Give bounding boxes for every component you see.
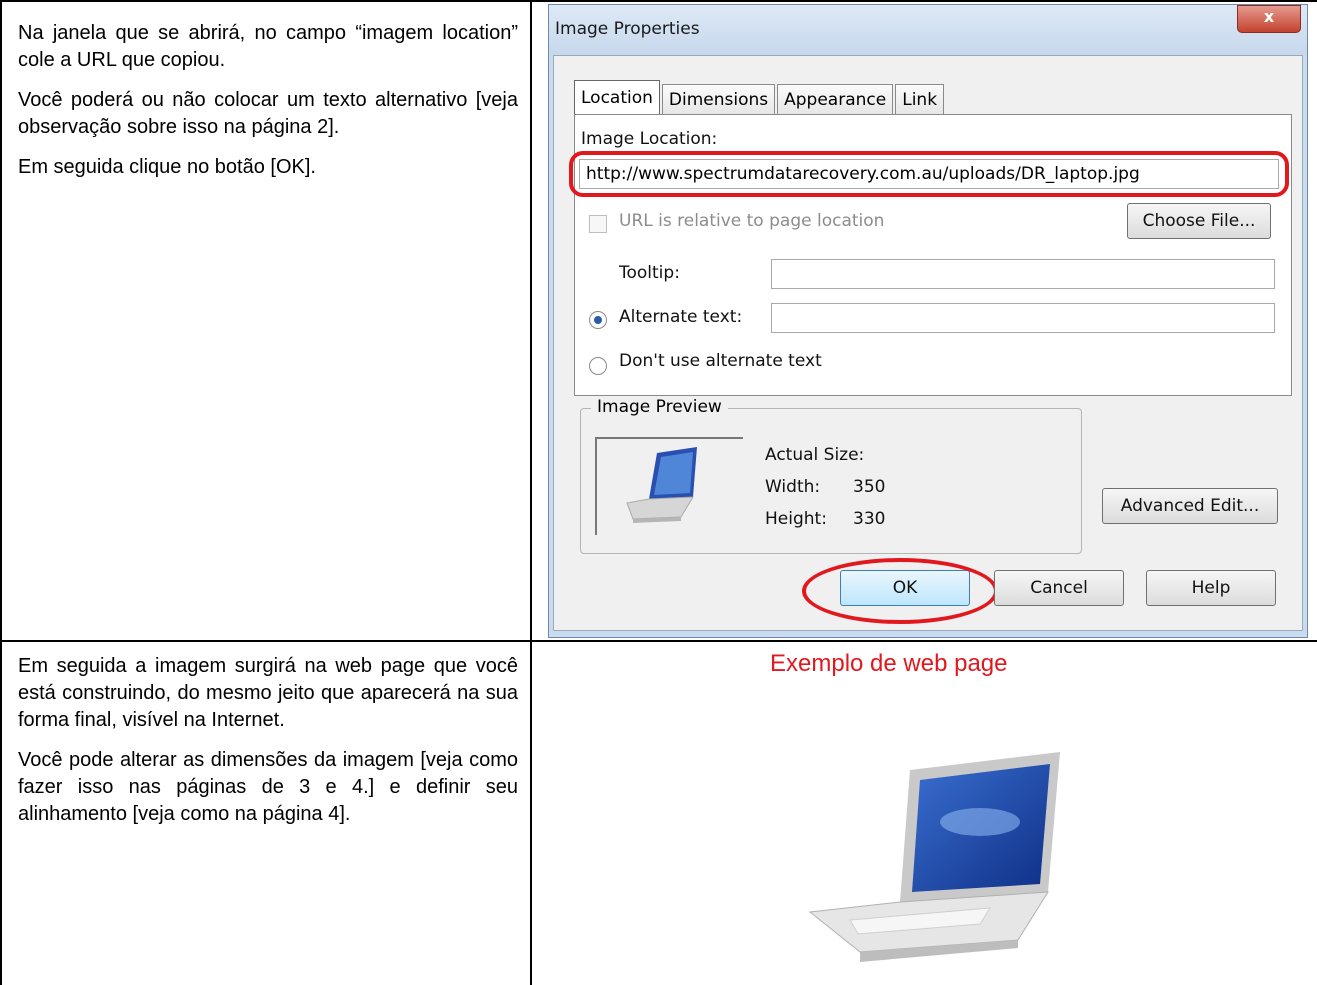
table-column-divider bbox=[530, 0, 532, 985]
choose-file-button[interactable]: Choose File... bbox=[1127, 203, 1271, 239]
actual-size-label: Actual Size: bbox=[765, 445, 865, 465]
paragraph: Em seguida a imagem surgirá na web page … bbox=[18, 655, 518, 731]
tooltip-input[interactable] bbox=[771, 259, 1275, 289]
close-button[interactable]: x bbox=[1237, 5, 1301, 33]
relative-url-label: URL is relative to page location bbox=[619, 211, 885, 231]
tab-appearance[interactable]: Appearance bbox=[777, 84, 894, 115]
tooltip-label: Tooltip: bbox=[619, 263, 680, 283]
alternate-text-label: Alternate text: bbox=[619, 307, 743, 327]
paragraph: Você poderá ou não colocar um texto alte… bbox=[18, 89, 518, 138]
instruction-text-bottom: Em seguida a imagem surgirá na web page … bbox=[18, 653, 518, 841]
tab-strip: Location Dimensions Appearance Link bbox=[574, 80, 946, 115]
tab-dimensions[interactable]: Dimensions bbox=[661, 84, 776, 115]
relative-url-checkbox[interactable] bbox=[589, 215, 607, 233]
paragraph: Você pode alterar as dimensões da imagem… bbox=[18, 749, 518, 825]
image-preview-group: Image Preview Actual Size: Width: 350 He… bbox=[580, 397, 1082, 554]
ok-highlight-annotation bbox=[802, 558, 998, 624]
image-preview-label: Image Preview bbox=[591, 397, 728, 417]
example-title: Exemplo de web page bbox=[770, 650, 1008, 677]
highlight-annotation bbox=[569, 151, 1289, 197]
dialog-title: Image Properties bbox=[555, 19, 700, 39]
dont-use-alt-radio[interactable] bbox=[589, 357, 607, 375]
height-value: 330 bbox=[853, 509, 886, 529]
tab-link[interactable]: Link bbox=[895, 84, 945, 115]
table-row-divider bbox=[0, 640, 1317, 642]
laptop-image bbox=[808, 752, 1060, 962]
table-border-left bbox=[0, 0, 2, 985]
instruction-text-top: Na janela que se abrirá, no campo “image… bbox=[18, 20, 518, 194]
advanced-edit-button[interactable]: Advanced Edit... bbox=[1102, 488, 1278, 524]
image-properties-dialog: Image Properties x Location Dimensions A… bbox=[548, 4, 1308, 638]
location-panel: Image Location: http://www.spectrumdatar… bbox=[569, 114, 1292, 396]
image-location-label: Image Location: bbox=[581, 129, 718, 149]
dialog-titlebar: Image Properties x bbox=[549, 5, 1307, 55]
laptop-thumbnail bbox=[626, 447, 697, 523]
cancel-button[interactable]: Cancel bbox=[994, 570, 1124, 606]
alternate-text-radio[interactable] bbox=[589, 311, 607, 329]
height-label: Height: bbox=[765, 509, 827, 529]
alternate-text-input[interactable] bbox=[771, 303, 1275, 333]
paragraph: Na janela que se abrirá, no campo “image… bbox=[18, 22, 518, 71]
width-value: 350 bbox=[853, 477, 886, 497]
tab-location[interactable]: Location bbox=[574, 80, 660, 115]
close-icon: x bbox=[1263, 7, 1275, 26]
image-preview bbox=[595, 437, 743, 535]
help-button[interactable]: Help bbox=[1146, 570, 1276, 606]
dont-use-alt-label: Don't use alternate text bbox=[619, 351, 822, 371]
dialog-body: Location Dimensions Appearance Link Imag… bbox=[553, 55, 1303, 631]
paragraph: Em seguida clique no botão [OK]. bbox=[18, 156, 316, 178]
width-label: Width: bbox=[765, 477, 821, 497]
table-border-top bbox=[0, 0, 1317, 2]
